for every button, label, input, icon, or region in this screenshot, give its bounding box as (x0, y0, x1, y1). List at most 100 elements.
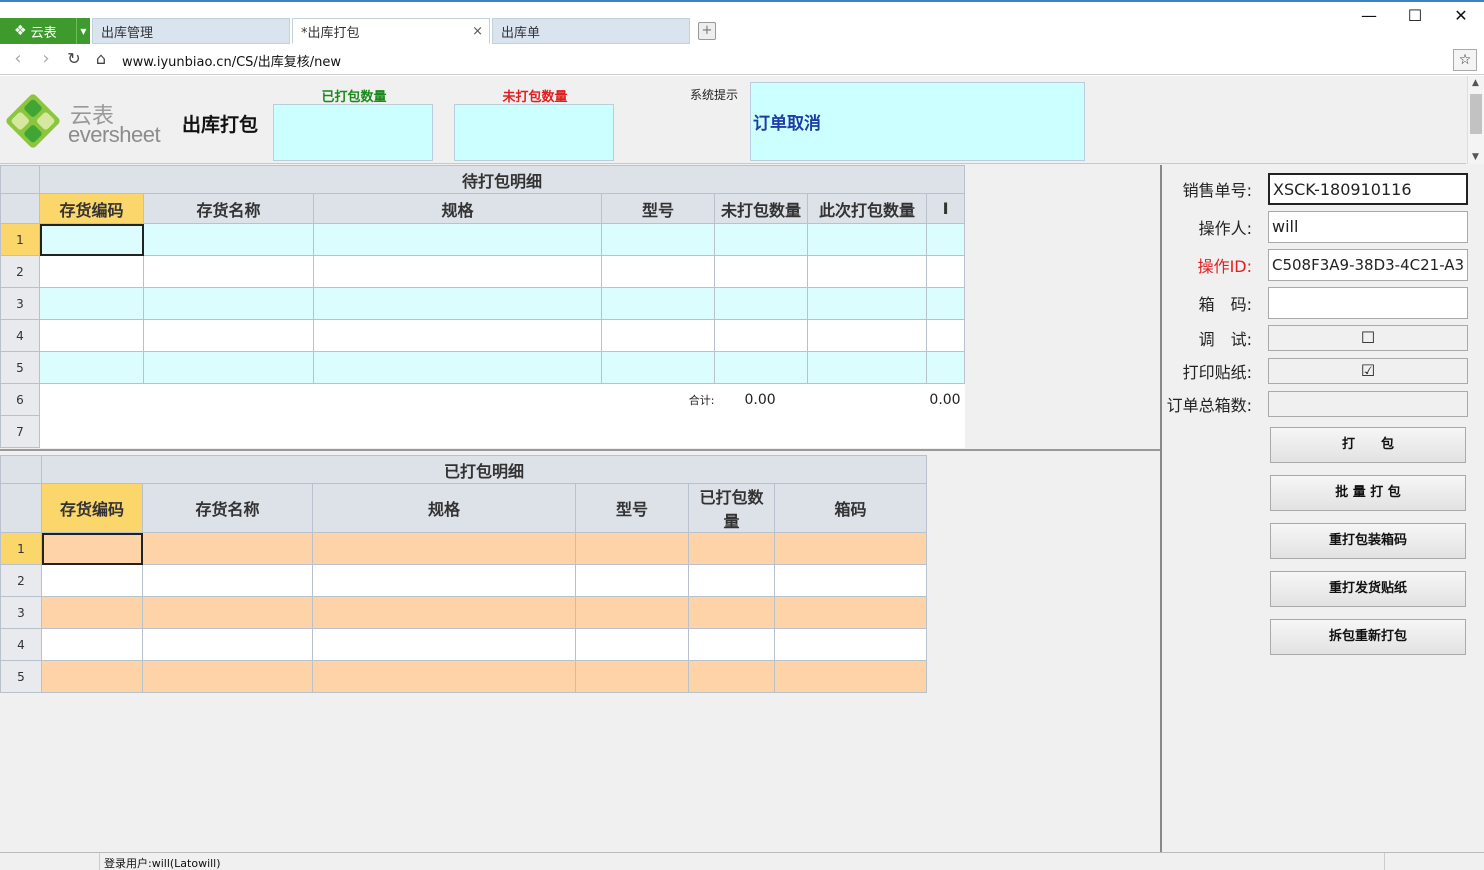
table-cell[interactable] (143, 223, 314, 256)
row-number[interactable]: 2 (0, 564, 42, 597)
table-cell[interactable] (143, 351, 314, 384)
row-number[interactable]: 5 (0, 351, 40, 384)
table-cell[interactable] (41, 660, 143, 693)
col-header[interactable]: I (925, 193, 966, 224)
table-cell[interactable] (714, 287, 808, 320)
table-cell[interactable] (688, 596, 775, 629)
table-cell[interactable] (601, 319, 715, 352)
debug-checkbox[interactable]: ☐ (1268, 325, 1468, 351)
table-cell[interactable] (601, 255, 715, 288)
new-tab-button[interactable]: + (698, 22, 716, 40)
batch-pack-button[interactable]: 批 量 打 包 (1270, 475, 1466, 511)
table-cell[interactable] (925, 223, 966, 256)
table-cell[interactable] (575, 660, 689, 693)
reprint-box-code-button[interactable]: 重打包装箱码 (1270, 523, 1466, 559)
table-cell[interactable] (142, 532, 313, 565)
col-header[interactable]: 此次打包数量 (807, 193, 927, 224)
minimize-button[interactable]: — (1354, 6, 1384, 28)
table-cell[interactable] (313, 319, 602, 352)
table-cell[interactable] (41, 596, 143, 629)
table-cell[interactable] (39, 319, 144, 352)
order-no-field[interactable]: XSCK-180910116 (1268, 173, 1468, 205)
table-cell[interactable] (575, 628, 689, 661)
table-cell[interactable] (807, 255, 927, 288)
table-cell[interactable] (41, 628, 143, 661)
table-cell[interactable] (142, 628, 313, 661)
table-cell[interactable] (143, 255, 314, 288)
col-header[interactable]: 型号 (575, 483, 689, 533)
table-cell[interactable] (312, 628, 576, 661)
table-cell[interactable] (39, 223, 144, 256)
table-cell[interactable] (143, 319, 314, 352)
table-cell[interactable] (142, 596, 313, 629)
reprint-shipping-sticker-button[interactable]: 重打发货贴纸 (1270, 571, 1466, 607)
table-cell[interactable] (773, 628, 928, 661)
col-header[interactable]: 规格 (313, 193, 602, 224)
table-cell[interactable] (714, 255, 808, 288)
table-cell[interactable] (39, 287, 144, 320)
table-cell[interactable] (807, 287, 927, 320)
table-cell[interactable] (313, 287, 602, 320)
table-cell[interactable] (807, 223, 927, 256)
table-cell[interactable] (925, 287, 966, 320)
table-cell[interactable] (143, 287, 314, 320)
forward-icon[interactable]: › (36, 50, 56, 70)
scroll-down-icon[interactable]: ▼ (1472, 152, 1479, 162)
table-cell[interactable] (773, 596, 928, 629)
table-cell[interactable] (773, 660, 928, 693)
table-cell[interactable] (575, 532, 689, 565)
table-cell[interactable] (39, 255, 144, 288)
table-cell[interactable] (925, 319, 966, 352)
col-header[interactable]: 规格 (312, 483, 576, 533)
row-number[interactable]: 4 (0, 319, 40, 352)
row-number[interactable]: 1 (0, 223, 40, 256)
back-icon[interactable]: ‹ (8, 50, 28, 70)
table-cell[interactable] (714, 351, 808, 384)
table-cell[interactable] (312, 532, 576, 565)
row-number[interactable]: 3 (0, 287, 40, 320)
row-number[interactable]: 6 (0, 383, 40, 416)
table-cell[interactable] (312, 596, 576, 629)
url-field[interactable]: www.iyunbiao.cn/CS/出库复核/new (122, 51, 341, 70)
table-cell[interactable] (773, 532, 928, 565)
table-cell[interactable] (313, 223, 602, 256)
table-cell[interactable] (39, 351, 144, 384)
scroll-up-icon[interactable]: ▲ (1472, 78, 1479, 88)
table-cell[interactable] (142, 564, 313, 597)
print-sticker-checkbox[interactable]: ☑ (1268, 358, 1468, 384)
col-header[interactable]: 未打包数量 (714, 193, 808, 224)
scroll-thumb[interactable] (1470, 94, 1482, 134)
unpack-repack-button[interactable]: 拆包重新打包 (1270, 619, 1466, 655)
col-header[interactable]: 型号 (601, 193, 715, 224)
table-cell[interactable] (41, 564, 143, 597)
row-number[interactable]: 5 (0, 660, 42, 693)
app-menu-button[interactable]: ❖ 云表 ▼ (0, 18, 90, 44)
total-boxes-field[interactable] (1268, 391, 1468, 417)
col-header[interactable]: 箱码 (773, 483, 928, 533)
table-cell[interactable] (714, 319, 808, 352)
refresh-icon[interactable]: ↻ (64, 50, 84, 70)
table-cell[interactable] (313, 255, 602, 288)
row-number[interactable]: 2 (0, 255, 40, 288)
box-code-field[interactable] (1268, 287, 1468, 319)
row-number[interactable]: 4 (0, 628, 42, 661)
home-icon[interactable]: ⌂ (91, 50, 111, 70)
table-cell[interactable] (41, 532, 143, 565)
table-cell[interactable] (925, 351, 966, 384)
col-header[interactable]: 存货名称 (142, 483, 313, 533)
table-cell[interactable] (807, 351, 927, 384)
tab-outbound-order[interactable]: 出库单 (492, 18, 690, 44)
maximize-button[interactable]: ☐ (1400, 6, 1430, 28)
table-cell[interactable] (575, 596, 689, 629)
table-cell[interactable] (601, 287, 715, 320)
table-cell[interactable] (807, 319, 927, 352)
table-cell[interactable] (688, 660, 775, 693)
table-cell[interactable] (714, 223, 808, 256)
tab-outbound-packing[interactable]: *出库打包 × (292, 18, 490, 44)
pack-button[interactable]: 打 包 (1270, 427, 1466, 463)
row-number[interactable]: 3 (0, 596, 42, 629)
table-cell[interactable] (312, 660, 576, 693)
table-cell[interactable] (142, 660, 313, 693)
bookmark-star-icon[interactable]: ☆ (1453, 49, 1477, 71)
vertical-scrollbar[interactable]: ▲ ▼ (1467, 76, 1484, 164)
